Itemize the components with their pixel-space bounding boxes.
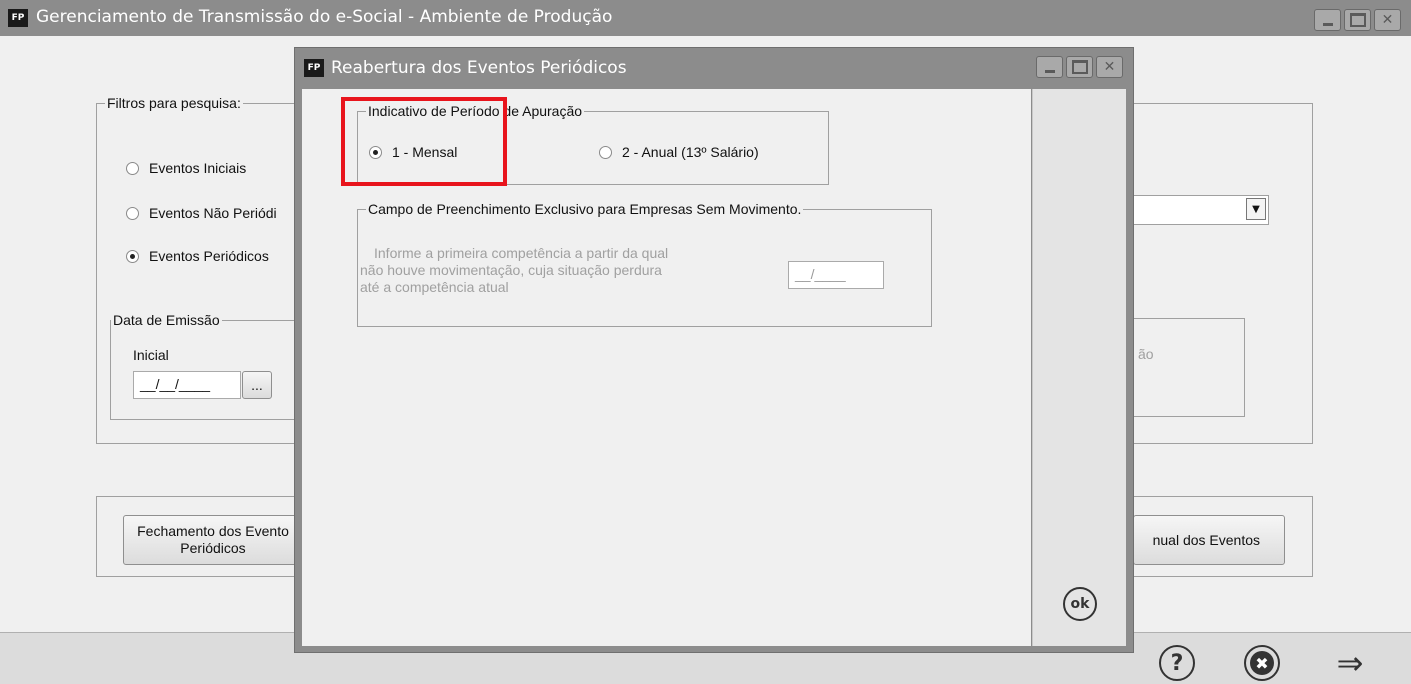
minimize-icon (1037, 57, 1062, 77)
cancel-icon[interactable]: ✖ (1244, 645, 1280, 681)
no-movement-hint-line1: Informe a primeira competência a partir … (374, 245, 669, 261)
dialog-window-controls: ✕ (1036, 56, 1123, 78)
period-option-label: 2 - Anual (13º Salário) (622, 144, 759, 160)
filters-legend: Filtros para pesquisa: (105, 95, 243, 111)
main-window-titlebar: FP Gerenciamento de Transmissão do e-Soc… (0, 0, 1411, 36)
app-icon: FP (8, 9, 28, 27)
filter-option-eventos-nao-periodicos[interactable]: Eventos Não Periódi (126, 205, 277, 221)
ok-button[interactable]: ok (1063, 587, 1097, 621)
event-type-select[interactable]: ▼ (1133, 195, 1269, 225)
dialog-side-panel: ok (1032, 89, 1126, 646)
status-partial-label: ão (1138, 346, 1154, 362)
main-window-controls: ✕ (1314, 9, 1401, 31)
dialog-app-icon: FP (304, 59, 324, 77)
initial-date-input[interactable]: __/__/____ (133, 371, 241, 399)
status-group (1133, 318, 1245, 417)
close-periodic-events-button[interactable]: Fechamento dos Evento Periódicos (123, 515, 303, 565)
minimize-icon (1315, 10, 1340, 30)
close-icon: ✕ (1103, 59, 1116, 75)
close-icon: ✕ (1381, 12, 1394, 28)
dialog-title: Reabertura dos Eventos Periódicos (331, 58, 627, 78)
filter-option-eventos-periodicos[interactable]: Eventos Periódicos (126, 248, 269, 264)
emission-date-group: Data de Emissão (110, 312, 300, 420)
chevron-down-icon[interactable]: ▼ (1246, 198, 1266, 220)
maximize-icon (1345, 10, 1370, 30)
dialog-minimize-button[interactable] (1036, 56, 1063, 78)
highlight-box (341, 97, 507, 186)
manual-events-button[interactable]: nual dos Eventos (1133, 515, 1285, 565)
no-movement-hint-line2: não houve movimentação, cuja situação pe… (360, 262, 662, 278)
maximize-button[interactable] (1344, 9, 1371, 31)
maximize-icon (1067, 57, 1092, 77)
emission-date-legend: Data de Emissão (111, 312, 222, 328)
close-button[interactable]: ✕ (1374, 9, 1401, 31)
next-arrow-icon[interactable]: ⇒ (1328, 644, 1372, 682)
dialog-close-button[interactable]: ✕ (1096, 56, 1123, 78)
no-movement-hint-line3: até a competência atual (360, 279, 509, 295)
dialog-maximize-button[interactable] (1066, 56, 1093, 78)
radio-icon (599, 145, 612, 159)
filter-option-eventos-iniciais[interactable]: Eventos Iniciais (126, 160, 246, 176)
period-option-anual[interactable]: 2 - Anual (13º Salário) (599, 144, 759, 160)
no-movement-legend: Campo de Preenchimento Exclusivo para Em… (366, 201, 804, 217)
help-icon[interactable]: ? (1159, 645, 1195, 681)
radio-icon (126, 249, 139, 263)
dialog-titlebar: FP Reabertura dos Eventos Periódicos ✕ (295, 48, 1133, 88)
radio-icon (126, 161, 139, 175)
filter-option-label: Eventos Não Periódi (149, 205, 277, 221)
date-picker-button[interactable]: ... (242, 371, 272, 399)
filter-option-label: Eventos Iniciais (149, 160, 247, 176)
cancel-glyph: ✖ (1250, 651, 1274, 675)
competence-input[interactable]: __/____ (788, 261, 884, 289)
initial-date-label: Inicial (133, 347, 169, 363)
main-window-title: Gerenciamento de Transmissão do e-Social… (36, 7, 613, 27)
minimize-button[interactable] (1314, 9, 1341, 31)
radio-icon (126, 206, 139, 220)
filter-option-label: Eventos Periódicos (149, 248, 269, 264)
